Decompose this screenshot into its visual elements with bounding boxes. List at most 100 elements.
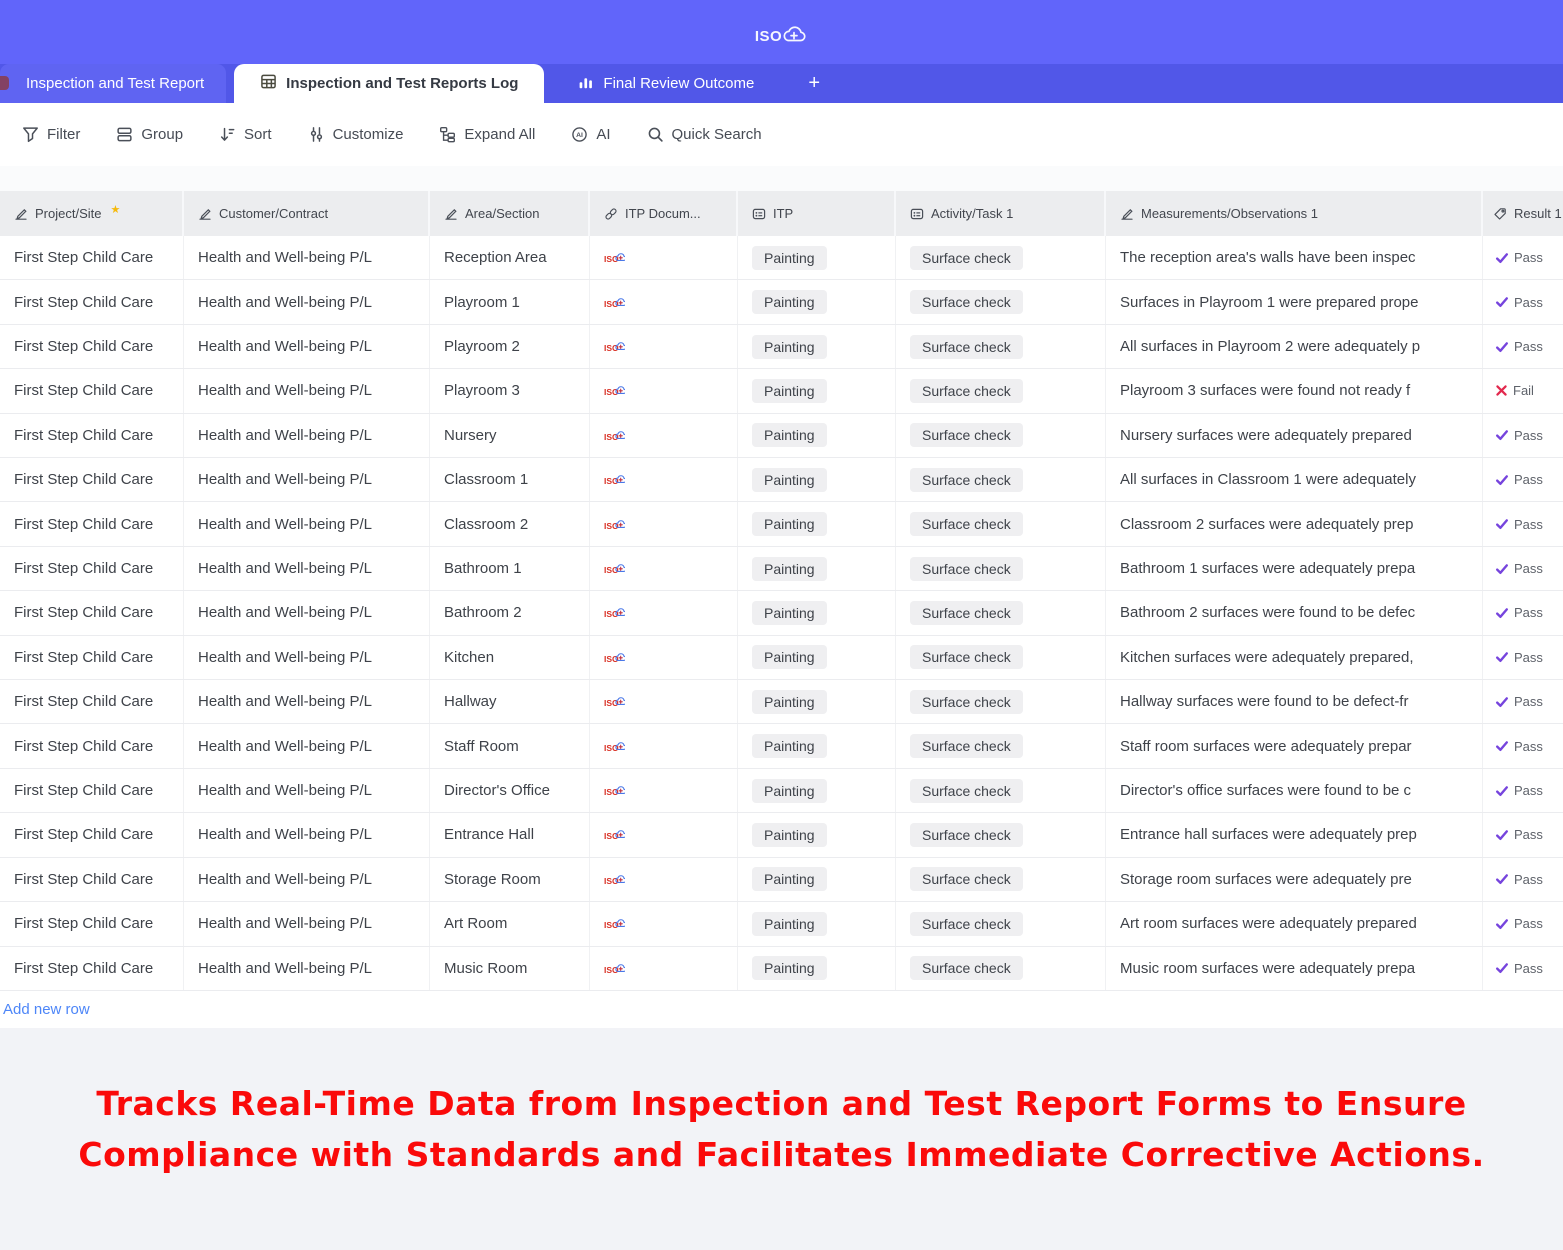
itp-document-link-icon[interactable]: ISO: [604, 339, 625, 354]
cell-area-section[interactable]: Staff Room: [430, 724, 590, 767]
itp-document-link-icon[interactable]: ISO: [604, 650, 625, 665]
cell-customer-contract[interactable]: Health and Well-being P/L: [184, 280, 430, 323]
cell-measurements[interactable]: Music room surfaces were adequately prep…: [1106, 947, 1483, 990]
cell-project-site[interactable]: First Step Child Care: [0, 547, 184, 590]
cell-area-section[interactable]: Playroom 2: [430, 325, 590, 368]
cell-itp-document[interactable]: ISO: [590, 325, 738, 368]
cell-activity-task[interactable]: Surface check: [896, 724, 1106, 767]
cell-itp-document[interactable]: ISO: [590, 547, 738, 590]
cell-area-section[interactable]: Music Room: [430, 947, 590, 990]
cell-area-section[interactable]: Bathroom 1: [430, 547, 590, 590]
cell-itp[interactable]: Painting: [738, 280, 896, 323]
cell-itp[interactable]: Painting: [738, 369, 896, 412]
cell-itp[interactable]: Painting: [738, 591, 896, 634]
cell-itp[interactable]: Painting: [738, 724, 896, 767]
cell-area-section[interactable]: Entrance Hall: [430, 813, 590, 856]
cell-result[interactable]: Pass: [1483, 902, 1563, 945]
cell-activity-task[interactable]: Surface check: [896, 236, 1106, 279]
cell-itp-document[interactable]: ISO: [590, 502, 738, 545]
cell-measurements[interactable]: Storage room surfaces were adequately pr…: [1106, 858, 1483, 901]
cell-itp-document[interactable]: ISO: [590, 236, 738, 279]
cell-activity-task[interactable]: Surface check: [896, 858, 1106, 901]
cell-itp-document[interactable]: ISO: [590, 813, 738, 856]
itp-option-badge[interactable]: Painting: [752, 867, 827, 891]
column-header-measurements-observations-1[interactable]: Measurements/Observations 1: [1106, 191, 1483, 236]
cell-activity-task[interactable]: Surface check: [896, 813, 1106, 856]
cell-project-site[interactable]: First Step Child Care: [0, 502, 184, 545]
itp-document-link-icon[interactable]: ISO: [604, 783, 625, 798]
cell-itp-document[interactable]: ISO: [590, 902, 738, 945]
cell-measurements[interactable]: Surfaces in Playroom 1 were prepared pro…: [1106, 280, 1483, 323]
cell-measurements[interactable]: Bathroom 2 surfaces were found to be def…: [1106, 591, 1483, 634]
itp-option-badge[interactable]: Painting: [752, 956, 827, 980]
activity-option-badge[interactable]: Surface check: [910, 956, 1023, 980]
itp-option-badge[interactable]: Painting: [752, 645, 827, 669]
sort-button[interactable]: Sort: [219, 126, 272, 143]
cell-area-section[interactable]: Hallway: [430, 680, 590, 723]
column-header-project-site[interactable]: Project/Site ★: [0, 191, 184, 236]
result-badge[interactable]: Pass: [1495, 916, 1543, 931]
cell-itp[interactable]: Painting: [738, 547, 896, 590]
cell-customer-contract[interactable]: Health and Well-being P/L: [184, 813, 430, 856]
cell-customer-contract[interactable]: Health and Well-being P/L: [184, 369, 430, 412]
cell-itp-document[interactable]: ISO: [590, 769, 738, 812]
cell-itp[interactable]: Painting: [738, 680, 896, 723]
result-badge[interactable]: Pass: [1495, 872, 1543, 887]
cell-result[interactable]: Pass: [1483, 858, 1563, 901]
itp-option-badge[interactable]: Painting: [752, 423, 827, 447]
cell-activity-task[interactable]: Surface check: [896, 325, 1106, 368]
cell-area-section[interactable]: Playroom 3: [430, 369, 590, 412]
cell-itp-document[interactable]: ISO: [590, 280, 738, 323]
cell-measurements[interactable]: Playroom 3 surfaces were found not ready…: [1106, 369, 1483, 412]
itp-document-link-icon[interactable]: ISO: [604, 916, 625, 931]
result-badge[interactable]: Pass: [1495, 517, 1543, 532]
cell-itp[interactable]: Painting: [738, 769, 896, 812]
cell-project-site[interactable]: First Step Child Care: [0, 769, 184, 812]
cell-itp-document[interactable]: ISO: [590, 947, 738, 990]
activity-option-badge[interactable]: Surface check: [910, 290, 1023, 314]
ai-button[interactable]: AI AI: [571, 126, 610, 143]
activity-option-badge[interactable]: Surface check: [910, 690, 1023, 714]
cell-itp[interactable]: Painting: [738, 636, 896, 679]
result-badge[interactable]: Pass: [1495, 339, 1543, 354]
cell-itp-document[interactable]: ISO: [590, 724, 738, 767]
result-badge[interactable]: Pass: [1495, 295, 1543, 310]
cell-activity-task[interactable]: Surface check: [896, 769, 1106, 812]
column-header-area-section[interactable]: Area/Section: [430, 191, 590, 236]
cell-measurements[interactable]: Art room surfaces were adequately prepar…: [1106, 902, 1483, 945]
cell-area-section[interactable]: Reception Area: [430, 236, 590, 279]
column-header-itp-document[interactable]: ITP Docum...: [590, 191, 738, 236]
cell-project-site[interactable]: First Step Child Care: [0, 858, 184, 901]
result-badge[interactable]: Pass: [1495, 961, 1543, 976]
cell-itp-document[interactable]: ISO: [590, 858, 738, 901]
cell-project-site[interactable]: First Step Child Care: [0, 369, 184, 412]
cell-activity-task[interactable]: Surface check: [896, 458, 1106, 501]
cell-measurements[interactable]: Staff room surfaces were adequately prep…: [1106, 724, 1483, 767]
result-badge[interactable]: Pass: [1495, 783, 1543, 798]
column-header-customer-contract[interactable]: Customer/Contract: [184, 191, 430, 236]
cell-area-section[interactable]: Bathroom 2: [430, 591, 590, 634]
itp-document-link-icon[interactable]: ISO: [604, 472, 625, 487]
cell-activity-task[interactable]: Surface check: [896, 280, 1106, 323]
cell-result[interactable]: Pass: [1483, 502, 1563, 545]
cell-activity-task[interactable]: Surface check: [896, 547, 1106, 590]
result-badge[interactable]: Pass: [1495, 250, 1543, 265]
activity-option-badge[interactable]: Surface check: [910, 823, 1023, 847]
itp-option-badge[interactable]: Painting: [752, 512, 827, 536]
group-button[interactable]: Group: [116, 126, 183, 143]
cell-activity-task[interactable]: Surface check: [896, 947, 1106, 990]
customize-button[interactable]: Customize: [308, 126, 404, 143]
cell-activity-task[interactable]: Surface check: [896, 369, 1106, 412]
add-tab-button[interactable]: +: [790, 64, 838, 103]
cell-measurements[interactable]: The reception area's walls have been ins…: [1106, 236, 1483, 279]
cell-itp-document[interactable]: ISO: [590, 680, 738, 723]
cell-itp[interactable]: Painting: [738, 858, 896, 901]
cell-result[interactable]: Pass: [1483, 280, 1563, 323]
itp-document-link-icon[interactable]: ISO: [604, 561, 625, 576]
cell-area-section[interactable]: Director's Office: [430, 769, 590, 812]
cell-activity-task[interactable]: Surface check: [896, 414, 1106, 457]
cell-itp-document[interactable]: ISO: [590, 414, 738, 457]
cell-result[interactable]: Pass: [1483, 947, 1563, 990]
result-badge[interactable]: Pass: [1495, 428, 1543, 443]
cell-activity-task[interactable]: Surface check: [896, 680, 1106, 723]
